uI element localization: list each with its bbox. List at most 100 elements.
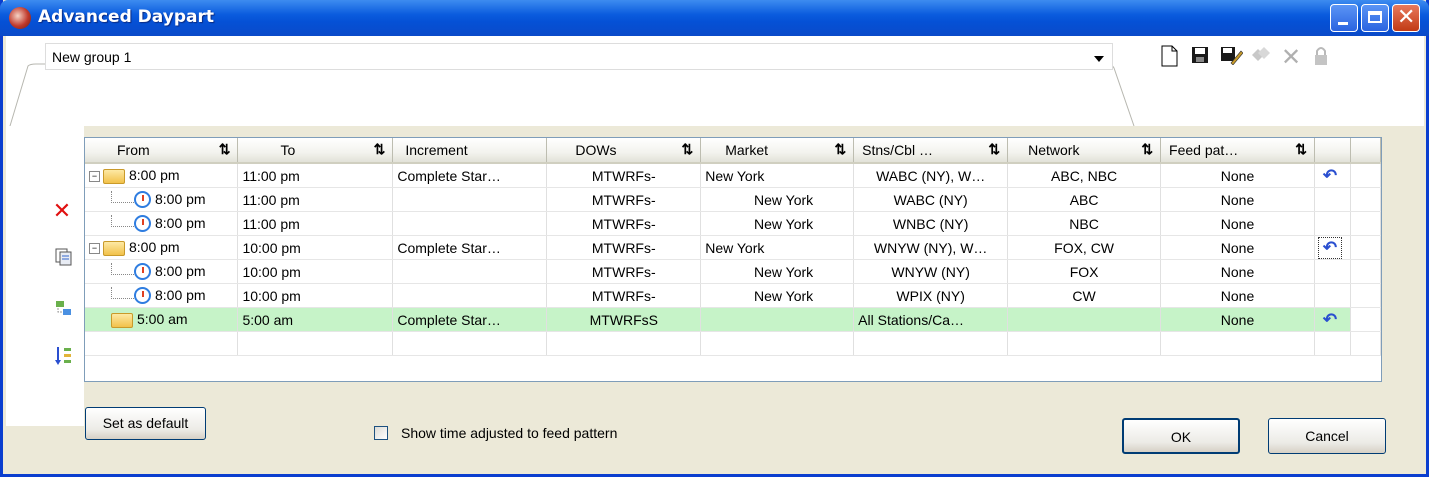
col-header-network[interactable]: Network ⇅ [1007,138,1162,164]
cell-from[interactable]: 8:00 pm [85,259,239,284]
cell-stations[interactable]: WNBC (NY) [853,211,1009,236]
undo-icon[interactable]: ↶ [1319,310,1341,330]
cell-dows[interactable]: MTWRFsS [546,307,702,332]
set-as-default-button[interactable]: Set as default [85,407,206,440]
cell-empty[interactable] [237,331,394,356]
col-header-increment[interactable]: Increment [392,138,548,164]
cell-dows[interactable]: MTWRFs- [546,235,702,260]
col-header-from[interactable]: From ⇅ [85,138,239,164]
undo-icon[interactable]: ↶ [1317,236,1342,259]
cell-market[interactable]: New York [700,187,855,212]
cell-dows[interactable]: MTWRFs- [546,283,702,308]
table-row[interactable]: 8:00 pm 10:00 pm MTWRFs- New York WPIX (… [85,283,1382,308]
cell-empty[interactable] [546,331,702,356]
cell-increment[interactable] [392,283,548,308]
collapse-toggle-icon[interactable]: − [89,170,100,182]
cell-dows[interactable]: MTWRFs- [546,259,702,284]
cell-to[interactable]: 11:00 pm [237,163,394,188]
cell-feed-pattern[interactable]: None [1160,235,1315,260]
collapse-toggle-icon[interactable]: − [89,242,100,254]
col-header-stations[interactable]: Stns/Cbl … ⇅ [853,138,1009,164]
table-row[interactable]: − 8:00 pm 11:00 pm Complete Star… MTWRFs-… [85,163,1382,188]
cell-stations[interactable]: WABC (NY) [853,187,1009,212]
undo-icon[interactable]: ↶ [1319,166,1341,186]
copy-group-icon[interactable] [1249,45,1273,69]
group-name-combo[interactable]: New group 1 [45,43,1113,70]
cell-empty[interactable] [1314,331,1351,356]
copy-row-icon[interactable] [54,247,74,267]
minimize-button[interactable] [1330,4,1358,32]
table-row[interactable]: 8:00 pm 11:00 pm MTWRFs- New York WNBC (… [85,211,1382,236]
cell-feed-pattern[interactable]: None [1160,163,1315,188]
cell-market[interactable]: New York [700,211,855,236]
cell-to[interactable]: 11:00 pm [237,187,394,212]
sort-icon[interactable]: ⇅ [988,141,1000,158]
cell-feed-pattern[interactable]: None [1160,187,1315,212]
col-header-to[interactable]: To ⇅ [237,138,394,164]
show-time-adjusted-label[interactable]: Show time adjusted to feed pattern [401,425,617,441]
cell-feed-pattern[interactable]: None [1160,307,1315,332]
cell-empty[interactable] [700,331,855,356]
cell-from[interactable]: 8:00 pm [85,283,239,308]
cell-network[interactable] [1007,307,1162,332]
cell-market[interactable]: New York [700,235,855,260]
sort-rows-icon[interactable] [54,345,74,365]
cell-market[interactable] [700,307,855,332]
col-header-market[interactable]: Market ⇅ [700,138,855,164]
cell-market[interactable]: New York [700,283,855,308]
col-header-feed-pattern[interactable]: Feed pat… ⇅ [1160,138,1315,164]
sort-icon[interactable]: ⇅ [219,141,231,158]
show-time-adjusted-checkbox[interactable] [374,426,388,440]
maximize-button[interactable] [1361,4,1389,32]
chevron-down-icon[interactable] [1094,56,1104,62]
cell-to[interactable]: 10:00 pm [237,259,394,284]
cell-increment[interactable] [392,211,548,236]
cell-to[interactable]: 10:00 pm [237,283,394,308]
cancel-button[interactable]: Cancel [1268,418,1386,454]
cell-from[interactable]: − 8:00 pm [85,163,239,188]
cell-feed-pattern[interactable]: None [1160,283,1315,308]
sort-icon[interactable]: ⇅ [682,141,694,158]
cell-empty[interactable] [85,331,239,356]
table-row[interactable]: 8:00 pm 10:00 pm MTWRFs- New York WNYW (… [85,259,1382,284]
cell-reset[interactable]: ↶ [1314,163,1351,188]
col-header-dows[interactable]: DOWs ⇅ [546,138,702,164]
close-button[interactable]: ✕ [1392,4,1420,32]
cell-from[interactable]: 8:00 pm [85,187,239,212]
cell-from[interactable]: 5:00 am [85,307,239,332]
cell-feed-pattern[interactable]: None [1160,259,1315,284]
cell-reset[interactable]: ↶ [1314,307,1351,332]
cell-empty[interactable] [1160,331,1315,356]
sort-icon[interactable]: ⇅ [374,141,386,158]
sort-icon[interactable]: ⇅ [1295,141,1307,158]
new-document-icon[interactable] [1157,45,1181,69]
cell-increment[interactable]: Complete Star… [392,307,548,332]
table-row-selected[interactable]: 5:00 am 5:00 am Complete Star… MTWRFsS A… [85,307,1382,332]
cell-increment[interactable] [392,259,548,284]
cell-stations[interactable]: WABC (NY), W… [853,163,1009,188]
cell-increment[interactable] [392,187,548,212]
cell-market[interactable]: New York [700,259,855,284]
delete-icon[interactable]: ✕ [1279,45,1303,69]
lock-icon[interactable] [1309,45,1333,69]
cell-empty[interactable] [853,331,1009,356]
table-row[interactable]: − 8:00 pm 10:00 pm Complete Star… MTWRFs-… [85,235,1382,260]
cell-increment[interactable]: Complete Star… [392,163,548,188]
save-as-icon[interactable] [1219,45,1244,69]
cell-market[interactable]: New York [700,163,855,188]
cell-network[interactable]: ABC [1007,187,1162,212]
cell-increment[interactable]: Complete Star… [392,235,548,260]
cell-from[interactable]: 8:00 pm [85,211,239,236]
cell-dows[interactable]: MTWRFs- [546,211,702,236]
sort-icon[interactable]: ⇅ [1141,141,1153,158]
cell-reset[interactable]: ↶ [1314,235,1351,260]
group-rows-icon[interactable] [54,298,74,318]
cell-dows[interactable]: MTWRFs- [546,187,702,212]
cell-to[interactable]: 5:00 am [237,307,394,332]
ok-button[interactable]: OK [1122,418,1240,454]
cell-network[interactable]: ABC, NBC [1007,163,1162,188]
cell-empty[interactable] [392,331,548,356]
cell-network[interactable]: NBC [1007,211,1162,236]
cell-stations[interactable]: WNYW (NY) [853,259,1009,284]
cell-network[interactable]: FOX [1007,259,1162,284]
